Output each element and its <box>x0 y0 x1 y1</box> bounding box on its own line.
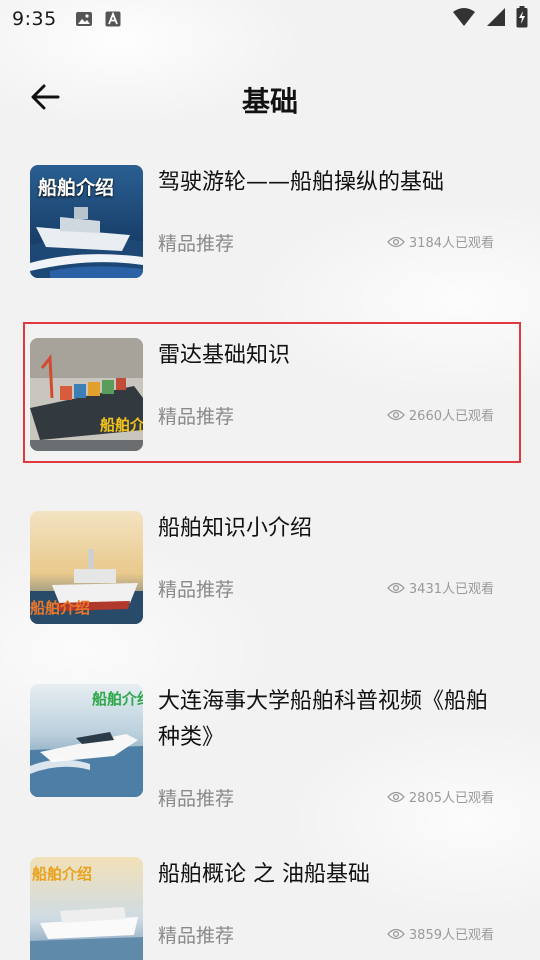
page-title: 基础 <box>241 85 298 118</box>
a-badge-icon <box>105 11 121 27</box>
view-count: 3859人已观看 <box>387 924 494 943</box>
eye-icon <box>387 409 405 420</box>
signal-icon <box>486 7 506 32</box>
thumbnail-caption: 船舶介绍 <box>32 865 93 883</box>
list-item[interactable]: 船舶介绍 船舶概论 之 油船基础 精品推荐 3859人已观看 <box>0 855 540 960</box>
eye-icon <box>387 236 405 247</box>
list-item[interactable]: 船舶介绍 驾驶游轮——船舶操纵的基础 精品推荐 3184人已观看 <box>0 163 540 293</box>
view-count: 2805人已观看 <box>387 787 494 806</box>
status-bar: 9:35 <box>0 0 540 38</box>
item-title: 船舶概论 之 油船基础 <box>158 862 370 887</box>
list-item[interactable]: 船舶介绍 船舶知识小介绍 精品推荐 3431人已观看 <box>0 509 540 639</box>
item-title: 船舶知识小介绍 <box>158 516 313 541</box>
video-thumbnail: 船舶介绍 <box>30 165 143 278</box>
item-tag: 精品推荐 <box>158 579 235 601</box>
eye-icon <box>387 928 405 939</box>
status-time: 9:35 <box>12 8 57 30</box>
app-header: 基础 <box>0 70 540 126</box>
item-tag: 精品推荐 <box>158 233 235 255</box>
image-icon <box>75 11 93 27</box>
list-item[interactable]: 船舶介绍 大连海事大学船舶科普视频《船舶种类》 精品推荐 2805人已观看 <box>0 682 540 842</box>
view-count: 3431人已观看 <box>387 578 494 597</box>
thumbnail-caption: 船舶介绍 <box>92 690 143 708</box>
view-count: 3184人已观看 <box>387 232 494 251</box>
item-tag: 精品推荐 <box>158 406 235 428</box>
view-count-text: 3184人已观看 <box>408 236 494 251</box>
view-count-text: 2660人已观看 <box>408 409 494 424</box>
wifi-icon <box>452 7 476 32</box>
eye-icon <box>387 582 405 593</box>
item-title: 大连海事大学船舶科普视频《船舶种类》 <box>158 689 489 750</box>
thumbnail-caption: 船舶介绍 <box>38 177 115 199</box>
view-count: 2660人已观看 <box>387 405 494 424</box>
thumbnail-caption: 船舶介绍 <box>30 599 91 617</box>
video-thumbnail: 船舶介绍 <box>30 857 143 960</box>
list-item-selected[interactable]: 船舶介绍 雷达基础知识 精品推荐 2660人已观看 <box>0 336 540 466</box>
video-thumbnail: 船舶介绍 <box>30 511 143 624</box>
item-title: 驾驶游轮——船舶操纵的基础 <box>158 170 445 195</box>
item-tag: 精品推荐 <box>158 788 235 810</box>
thumbnail-caption: 船舶介绍 <box>100 416 143 434</box>
eye-icon <box>387 791 405 802</box>
battery-charging-icon <box>516 5 528 33</box>
video-thumbnail: 船舶介绍 <box>30 338 143 451</box>
item-title: 雷达基础知识 <box>158 343 291 368</box>
item-tag: 精品推荐 <box>158 925 235 947</box>
view-count-text: 3431人已观看 <box>408 582 494 597</box>
view-count-text: 2805人已观看 <box>408 791 494 806</box>
video-thumbnail: 船舶介绍 <box>30 684 143 797</box>
view-count-text: 3859人已观看 <box>408 928 494 943</box>
